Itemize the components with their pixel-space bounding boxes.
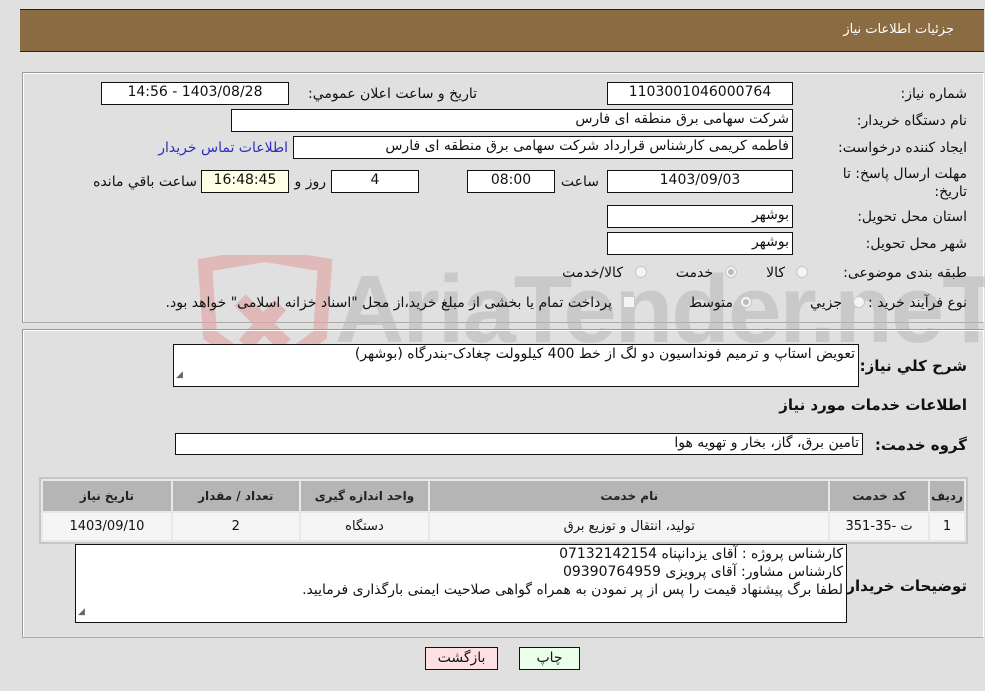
col-header-unit: واحد اندازه گیری [300, 481, 429, 511]
announce-datetime-label: تاریخ و ساعت اعلان عمومي: [308, 86, 477, 102]
cell-service-code: ت -35-351 [830, 513, 929, 540]
table-row: 1 ت -35-351 تولید، انتقال و توزیع برق دس… [43, 513, 964, 540]
cell-unit: دستگاه [300, 513, 429, 540]
requester-field[interactable]: فاطمه کریمی کارشناس قرارداد شرکت سهامی ب… [293, 136, 793, 159]
need-number-field[interactable]: 1103001046000764 [607, 82, 793, 105]
page-title: جزئیات اطلاعات نیاز [843, 22, 954, 37]
buyer-notes-textarea[interactable]: کارشناس پروژه : آقای یزدانپناه 071321421… [75, 544, 847, 623]
cell-service-name: تولید، انتقال و توزیع برق [430, 513, 829, 540]
page-header: جزئیات اطلاعات نیاز [20, 9, 984, 52]
purchase-type-label: نوع فرآیند خرید : [868, 295, 967, 311]
deadline-time-field[interactable]: 08:00 [467, 170, 555, 193]
resize-handle-icon[interactable]: ◢ [78, 603, 85, 621]
days-remaining-field[interactable]: 4 [331, 170, 419, 193]
service-group-field[interactable]: تامین برق، گاز، بخار و تهویه هوا [175, 433, 863, 455]
category-radio-service[interactable] [725, 266, 737, 278]
description-text: تعویض استاپ و ترمیم فونداسیون دو لگ از خ… [354, 346, 855, 362]
buyer-notes-line: کارشناس مشاور: آقای پرویزی 09390764959 [562, 564, 843, 580]
cell-quantity: 2 [172, 513, 299, 540]
treasury-checkbox-label: پرداخت تمام یا بخشی از مبلغ خرید،از محل … [165, 295, 612, 311]
col-header-service-code: کد خدمت [830, 481, 929, 511]
need-number-label: شماره نیاز: [900, 86, 968, 102]
col-header-quantity: تعداد / مقدار [172, 481, 299, 511]
services-table: ردیف کد خدمت نام خدمت واحد اندازه گیری ت… [39, 477, 968, 544]
purchase-radio-minor[interactable] [853, 296, 865, 308]
category-label: طبقه بندی موضوعی: [843, 265, 967, 281]
col-header-row-number: ردیف [930, 481, 964, 511]
deadline-time-label: ساعت [560, 174, 599, 190]
days-label: روز و [294, 174, 327, 190]
purchase-option-minor: جزيي [810, 295, 842, 311]
service-group-label: گروه خدمت: [874, 436, 967, 454]
print-button[interactable]: چاپ [519, 647, 580, 670]
remaining-time-field[interactable]: 16:48:45 [201, 170, 289, 193]
description-textarea[interactable]: تعویض استاپ و ترمیم فونداسیون دو لگ از خ… [173, 344, 859, 387]
col-header-need-date: تاریخ نیاز [43, 481, 171, 511]
buyer-org-field[interactable]: شرکت سهامی برق منطقه ای فارس [231, 109, 793, 132]
category-radio-goods[interactable] [796, 266, 808, 278]
description-label: شرح کلي نیاز: [859, 357, 967, 375]
announce-datetime-field[interactable]: 1403/08/28 - 14:56 [101, 82, 289, 105]
city-field[interactable]: بوشهر [607, 232, 793, 255]
province-label: استان محل تحویل: [857, 209, 967, 225]
category-option-goods-service: کالا/خدمت [562, 265, 623, 281]
requester-label: ایجاد کننده درخواست: [838, 140, 967, 156]
buyer-contact-link[interactable]: اطلاعات تماس خریدار [158, 140, 288, 156]
buyer-notes-line: کارشناس پروژه : آقای یزدانپناه 071321421… [559, 546, 843, 562]
remaining-time-label: ساعت باقي مانده [93, 174, 197, 190]
city-label: شهر محل تحویل: [865, 236, 967, 252]
category-option-service: خدمت [675, 265, 713, 281]
deadline-label: مهلت ارسال پاسخ: تا تاریخ: [842, 166, 967, 200]
buyer-notes-label: توضیحات خریدار: [840, 577, 967, 595]
purchase-radio-medium[interactable] [740, 296, 752, 308]
province-field[interactable]: بوشهر [607, 205, 793, 228]
category-option-goods: کالا [766, 265, 785, 281]
cell-need-date: 1403/09/10 [43, 513, 171, 540]
resize-handle-icon[interactable]: ◢ [176, 366, 183, 385]
col-header-service-name: نام خدمت [430, 481, 829, 511]
purchase-option-medium: متوسط [689, 295, 733, 311]
treasury-checkbox[interactable] [623, 296, 635, 308]
deadline-date-field[interactable]: 1403/09/03 [607, 170, 793, 193]
cell-row-number: 1 [930, 513, 964, 540]
buyer-org-label: نام دستگاه خریدار: [856, 113, 967, 129]
back-button[interactable]: بازگشت [425, 647, 498, 670]
buyer-notes-line: لطفا برگ پیشنهاد قیمت را پس از پر نمودن … [302, 582, 843, 598]
table-header-row: ردیف کد خدمت نام خدمت واحد اندازه گیری ت… [43, 481, 964, 511]
services-section-title: اطلاعات خدمات مورد نیاز [779, 396, 967, 414]
category-radio-goods-service[interactable] [635, 266, 647, 278]
